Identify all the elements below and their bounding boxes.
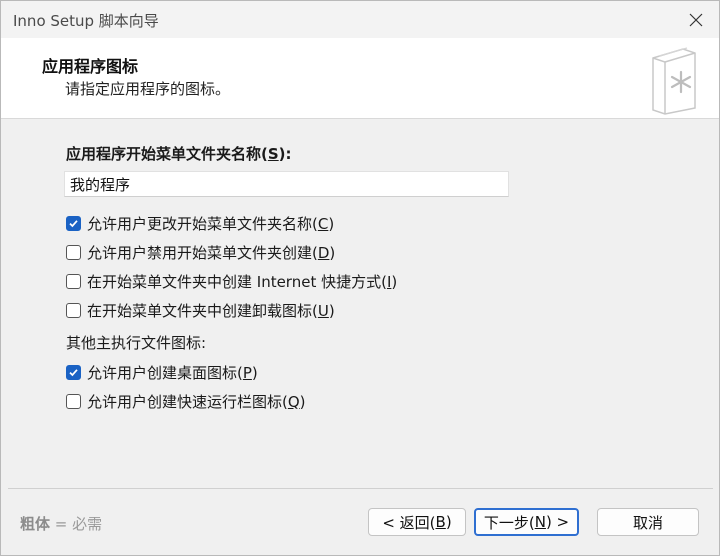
checkbox-box[interactable] (66, 215, 81, 231)
legend-bold: 粗体 (20, 515, 51, 533)
checkmark-icon (69, 368, 78, 376)
checkbox-desktop-icon[interactable]: 允许用户创建桌面图标(P) (66, 361, 258, 383)
folder-name-input[interactable] (64, 171, 509, 197)
checkbox-allow-disable-folder[interactable]: 允许用户禁用开始菜单文件夹创建(D) (66, 241, 335, 263)
checkbox-create-internet-shortcut[interactable]: 在开始菜单文件夹中创建 Internet 快捷方式(I) (66, 270, 397, 292)
checkbox-box[interactable] (66, 244, 81, 260)
page-content: 应用程序开始菜单文件夹名称(S): 允许用户更改开始菜单文件夹名称(C) 允许用… (1, 119, 719, 487)
checkbox-label: 允许用户创建快速运行栏图标(Q) (87, 392, 306, 411)
close-icon (689, 13, 703, 26)
checkbox-box[interactable] (66, 302, 81, 318)
checkbox-label: 允许用户禁用开始菜单文件夹创建(D) (87, 243, 336, 262)
checkbox-label: 在开始菜单文件夹中创建卸载图标(U) (87, 301, 335, 320)
required-legend: 粗体 = 必需 (20, 513, 102, 534)
next-button[interactable]: 下一步(N) > (474, 508, 579, 536)
checkmark-icon (69, 219, 78, 227)
checkbox-label: 允许用户更改开始菜单文件夹名称(C) (87, 214, 335, 233)
back-button[interactable]: < 返回(B) (368, 508, 466, 536)
page-header: 应用程序图标 请指定应用程序的图标。 (1, 38, 719, 119)
close-button[interactable] (673, 1, 719, 38)
wizard-window: Inno Setup 脚本向导 应用程序图标 请指定应用程序的图标。 应用程序开… (0, 0, 720, 556)
page-title: 应用程序图标 (42, 57, 139, 76)
cancel-button[interactable]: 取消 (597, 508, 699, 536)
page-subtitle: 请指定应用程序的图标。 (65, 80, 231, 98)
checkbox-create-uninstall-icon[interactable]: 在开始菜单文件夹中创建卸载图标(U) (66, 299, 335, 321)
footer-divider (8, 488, 713, 489)
legend-text: = 必需 (50, 515, 103, 533)
document-star-icon (652, 47, 696, 115)
checkbox-box[interactable] (66, 393, 81, 409)
checkbox-label: 在开始菜单文件夹中创建 Internet 快捷方式(I) (87, 272, 398, 291)
other-icons-label: 其他主执行文件图标: (66, 334, 207, 352)
checkbox-label: 允许用户创建桌面图标(P) (87, 363, 258, 382)
title-bar: Inno Setup 脚本向导 (1, 1, 719, 38)
window-title: Inno Setup 脚本向导 (13, 12, 159, 30)
checkbox-box[interactable] (66, 273, 81, 289)
checkbox-allow-change-folder[interactable]: 允许用户更改开始菜单文件夹名称(C) (66, 212, 334, 234)
checkbox-quicklaunch-icon[interactable]: 允许用户创建快速运行栏图标(Q) (66, 390, 306, 412)
checkbox-box[interactable] (66, 364, 81, 380)
folder-name-label: 应用程序开始菜单文件夹名称(S): (66, 145, 292, 163)
